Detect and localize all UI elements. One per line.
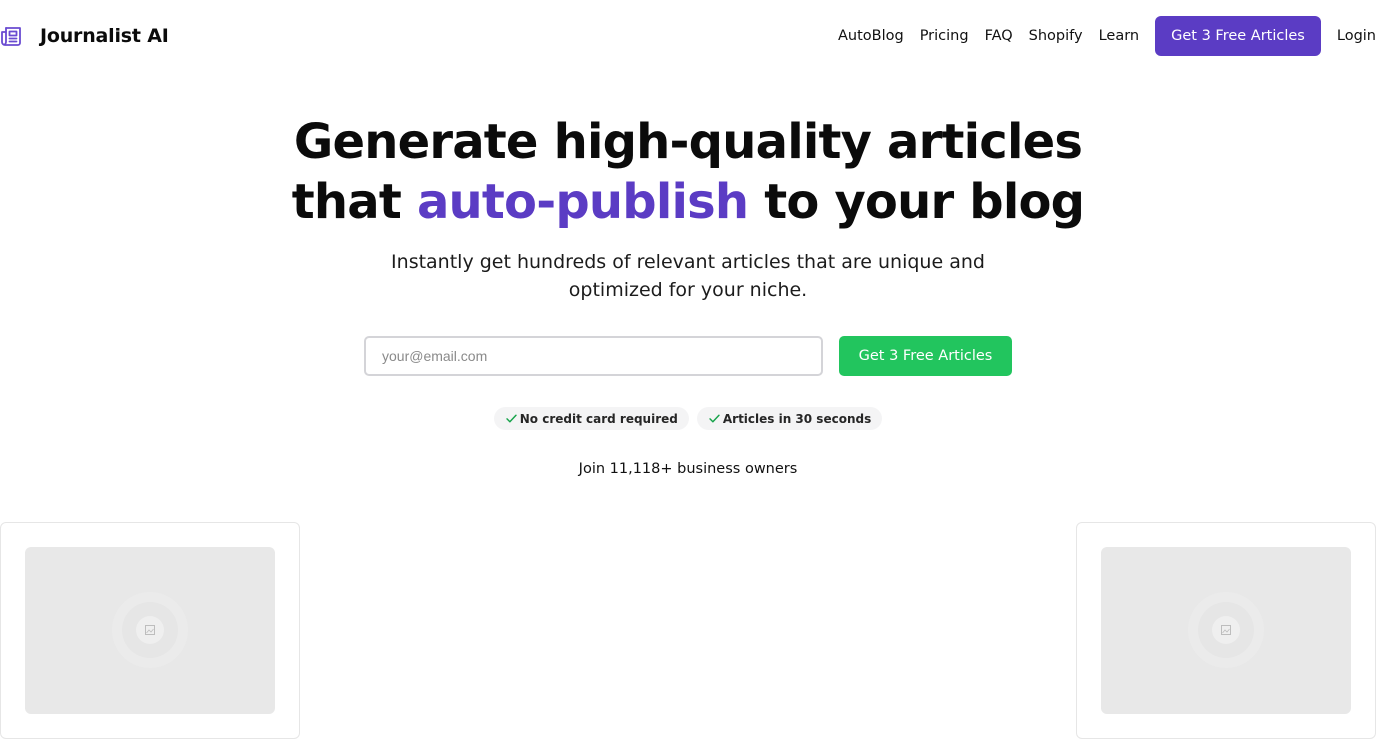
email-input[interactable] [364,336,823,376]
get-free-articles-button[interactable]: Get 3 Free Articles [839,336,1012,376]
nav-link-pricing[interactable]: Pricing [920,28,969,44]
preview-card-right [1076,522,1376,739]
brand-name: Journalist AI [40,25,169,47]
badge-label: Articles in 30 seconds [722,411,872,426]
nav-link-learn[interactable]: Learn [1099,28,1140,44]
image-placeholder-icon [112,592,188,668]
signup-form: Get 3 Free Articles [364,336,1012,376]
hero-title: Generate high-quality articles that auto… [0,112,1376,232]
feature-badges: No credit card required Articles in 30 s… [0,407,1376,430]
preview-card-left [0,522,300,739]
badge-label: No credit card required [519,411,678,426]
hero-title-line1: Generate high-quality articles [293,114,1083,170]
card-image-placeholder [25,547,275,714]
nav-link-shopify[interactable]: Shopify [1029,28,1083,44]
check-icon [709,414,720,423]
badge-no-credit-card: No credit card required [493,407,689,430]
hero-title-accent: auto-publish [416,174,749,230]
brand-logo[interactable]: Journalist AI [0,22,169,50]
login-link[interactable]: Login [1337,28,1376,44]
social-proof-text: Join 11,118+ business owners [578,461,798,477]
main-nav: AutoBlog Pricing FAQ Shopify Learn Get 3… [822,16,1376,56]
check-icon [506,414,517,423]
site-header: Journalist AI AutoBlog Pricing FAQ Shopi… [0,0,1376,72]
hero-title-line2-after: to your blog [748,174,1085,230]
hero-subtitle: Instantly get hundreds of relevant artic… [391,251,985,301]
badge-articles-speed: Articles in 30 seconds [696,407,883,430]
nav-link-faq[interactable]: FAQ [985,28,1013,44]
image-placeholder-icon [1188,592,1264,668]
header-cta-button[interactable]: Get 3 Free Articles [1155,16,1321,56]
newspaper-icon [1,27,21,46]
hero-title-line2-before: that [291,174,417,230]
card-image-placeholder [1101,547,1351,714]
nav-link-autoblog[interactable]: AutoBlog [838,28,904,44]
